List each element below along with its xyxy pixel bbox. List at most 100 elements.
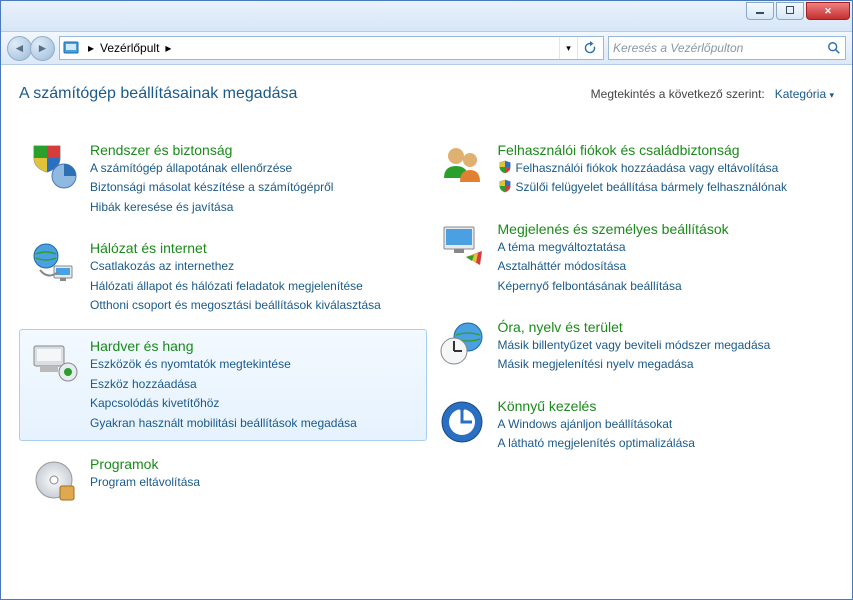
category-title[interactable]: Felhasználói fiókok és családbiztonság: [498, 142, 788, 158]
maximize-button[interactable]: [776, 2, 804, 20]
category-link[interactable]: Gyakran használt mobilitási beállítások …: [90, 415, 357, 432]
category-link-row: Eszközök és nyomtatók megtekintése: [90, 356, 357, 373]
refresh-button[interactable]: [577, 37, 601, 59]
category-link-row: Másik billentyűzet vagy beviteli módszer…: [498, 337, 771, 354]
category-body: Hálózat és internet Csatlakozás az intern…: [90, 240, 381, 314]
category-network-internet: Hálózat és internet Csatlakozás az intern…: [19, 231, 427, 323]
programs-icon: [30, 456, 78, 504]
chevron-down-icon: ▾: [566, 43, 571, 54]
category-link-row: Felhasználói fiókok hozzáadása vagy eltá…: [498, 160, 788, 177]
category-ease-of-access: Könnyű kezelés A Windows ajánljon beállít…: [427, 389, 835, 462]
system-security-icon: [30, 142, 78, 190]
category-hardware-sound: Hardver és hang Eszközök és nyomtatók meg…: [19, 329, 427, 441]
window-controls: ✕: [746, 2, 850, 20]
category-system-security: Rendszer és biztonság A számítógép állapo…: [19, 133, 427, 225]
category-body: Megjelenés és személyes beállítások A tém…: [498, 221, 729, 295]
category-link[interactable]: Kapcsolódás kivetítőhöz: [90, 395, 219, 412]
category-link-row: A Windows ajánljon beállításokat: [498, 416, 695, 433]
category-link-row: Képernyő felbontásának beállítása: [498, 278, 729, 295]
address-bar[interactable]: ▸ Vezérlőpult ▸ ▾: [59, 36, 604, 60]
titlebar: ✕: [1, 1, 852, 31]
category-title[interactable]: Hálózat és internet: [90, 240, 381, 256]
chevron-right-icon: ▸: [82, 41, 100, 55]
close-button[interactable]: ✕: [806, 2, 850, 20]
nav-history: ◄ ►: [7, 36, 55, 61]
chevron-right-icon: ▸: [159, 41, 177, 55]
ease-of-access-icon: [438, 398, 486, 446]
user-accounts-icon: [438, 142, 486, 190]
breadcrumb-root[interactable]: Vezérlőpult: [100, 41, 159, 55]
category-link[interactable]: Másik billentyűzet vagy beviteli módszer…: [498, 337, 771, 354]
search-input[interactable]: [613, 41, 827, 55]
category-link-row: Kapcsolódás kivetítőhöz: [90, 395, 357, 412]
category-title[interactable]: Programok: [90, 456, 200, 472]
category-link-row: Asztalháttér módosítása: [498, 258, 729, 275]
category-appearance: Megjelenés és személyes beállítások A tém…: [427, 212, 835, 304]
category-body: Rendszer és biztonság A számítógép állapo…: [90, 142, 333, 216]
category-link[interactable]: Csatlakozás az internethez: [90, 258, 234, 275]
hardware-sound-icon: [30, 338, 78, 386]
content-area: A számítógép beállításainak megadása Meg…: [1, 65, 852, 599]
control-panel-icon: [62, 39, 80, 57]
category-link[interactable]: Biztonsági másolat készítése a számítógé…: [90, 179, 333, 196]
category-link[interactable]: A téma megváltoztatása: [498, 239, 626, 256]
category-column-left: Rendszer és biztonság A számítógép állapo…: [19, 133, 427, 513]
category-clock-language-region: Óra, nyelv és terület Másik billentyűzet …: [427, 310, 835, 383]
category-link[interactable]: Szülői felügyelet beállítása bármely fel…: [516, 179, 788, 196]
navigation-bar: ◄ ► ▸ Vezérlőpult ▸ ▾: [1, 31, 852, 65]
category-user-accounts: Felhasználói fiókok és családbiztonság Fe…: [427, 133, 835, 206]
search-icon[interactable]: [827, 41, 841, 55]
category-programs: Programok Program eltávolítása: [19, 447, 427, 513]
category-body: Könnyű kezelés A Windows ajánljon beállít…: [498, 398, 695, 453]
back-button[interactable]: ◄: [7, 36, 32, 61]
network-internet-icon: [30, 240, 78, 288]
arrow-left-icon: ◄: [14, 41, 26, 55]
minimize-button[interactable]: [746, 2, 774, 20]
uac-shield-icon: [498, 179, 512, 193]
category-link-row: Hálózati állapot és hálózati feladatok m…: [90, 278, 381, 295]
category-link[interactable]: A számítógép állapotának ellenőrzése: [90, 160, 292, 177]
page-title: A számítógép beállításainak megadása: [19, 85, 591, 103]
category-link-row: Csatlakozás az internethez: [90, 258, 381, 275]
category-link[interactable]: Otthoni csoport és megosztási beállításo…: [90, 297, 381, 314]
category-link[interactable]: Képernyő felbontásának beállítása: [498, 278, 682, 295]
uac-shield-icon: [498, 160, 512, 174]
view-by-dropdown[interactable]: Kategória ▾: [775, 87, 834, 101]
category-body: Óra, nyelv és terület Másik billentyűzet …: [498, 319, 771, 374]
window: ✕ ◄ ► ▸ Vezérlőpult ▸ ▾: [0, 0, 853, 600]
category-link-row: Biztonsági másolat készítése a számítógé…: [90, 179, 333, 196]
category-link[interactable]: Eszközök és nyomtatók megtekintése: [90, 356, 291, 373]
category-link[interactable]: A látható megjelenítés optimalizálása: [498, 435, 695, 452]
refresh-icon: [583, 41, 597, 55]
category-link-row: Szülői felügyelet beállítása bármely fel…: [498, 179, 788, 196]
category-link[interactable]: Eszköz hozzáadása: [90, 376, 197, 393]
clock-language-region-icon: [438, 319, 486, 367]
categories: Rendszer és biztonság A számítógép állapo…: [19, 133, 834, 513]
category-title[interactable]: Óra, nyelv és terület: [498, 319, 771, 335]
category-link-row: Gyakran használt mobilitási beállítások …: [90, 415, 357, 432]
category-title[interactable]: Rendszer és biztonság: [90, 142, 333, 158]
search-box: [608, 36, 846, 60]
category-link-row: Másik megjelenítési nyelv megadása: [498, 356, 771, 373]
category-link[interactable]: Felhasználói fiókok hozzáadása vagy eltá…: [516, 160, 779, 177]
category-link[interactable]: A Windows ajánljon beállításokat: [498, 416, 673, 433]
category-column-right: Felhasználói fiókok és családbiztonság Fe…: [427, 133, 835, 513]
category-link[interactable]: Program eltávolítása: [90, 474, 200, 491]
category-link[interactable]: Hálózati állapot és hálózati feladatok m…: [90, 278, 363, 295]
category-link-row: Program eltávolítása: [90, 474, 200, 491]
category-link-row: A látható megjelenítés optimalizálása: [498, 435, 695, 452]
category-title[interactable]: Hardver és hang: [90, 338, 357, 354]
category-link-row: A téma megváltoztatása: [498, 239, 729, 256]
view-by: Megtekintés a következő szerint: Kategór…: [591, 87, 834, 101]
category-title[interactable]: Megjelenés és személyes beállítások: [498, 221, 729, 237]
category-link[interactable]: Másik megjelenítési nyelv megadása: [498, 356, 694, 373]
category-link-row: Otthoni csoport és megosztási beállításo…: [90, 297, 381, 314]
category-link[interactable]: Hibák keresése és javítása: [90, 199, 233, 216]
appearance-icon: [438, 221, 486, 269]
forward-button[interactable]: ►: [30, 36, 55, 61]
category-title[interactable]: Könnyű kezelés: [498, 398, 695, 414]
address-dropdown[interactable]: ▾: [559, 37, 577, 59]
arrow-right-icon: ►: [37, 41, 49, 55]
category-link[interactable]: Asztalháttér módosítása: [498, 258, 627, 275]
category-body: Hardver és hang Eszközök és nyomtatók meg…: [90, 338, 357, 432]
